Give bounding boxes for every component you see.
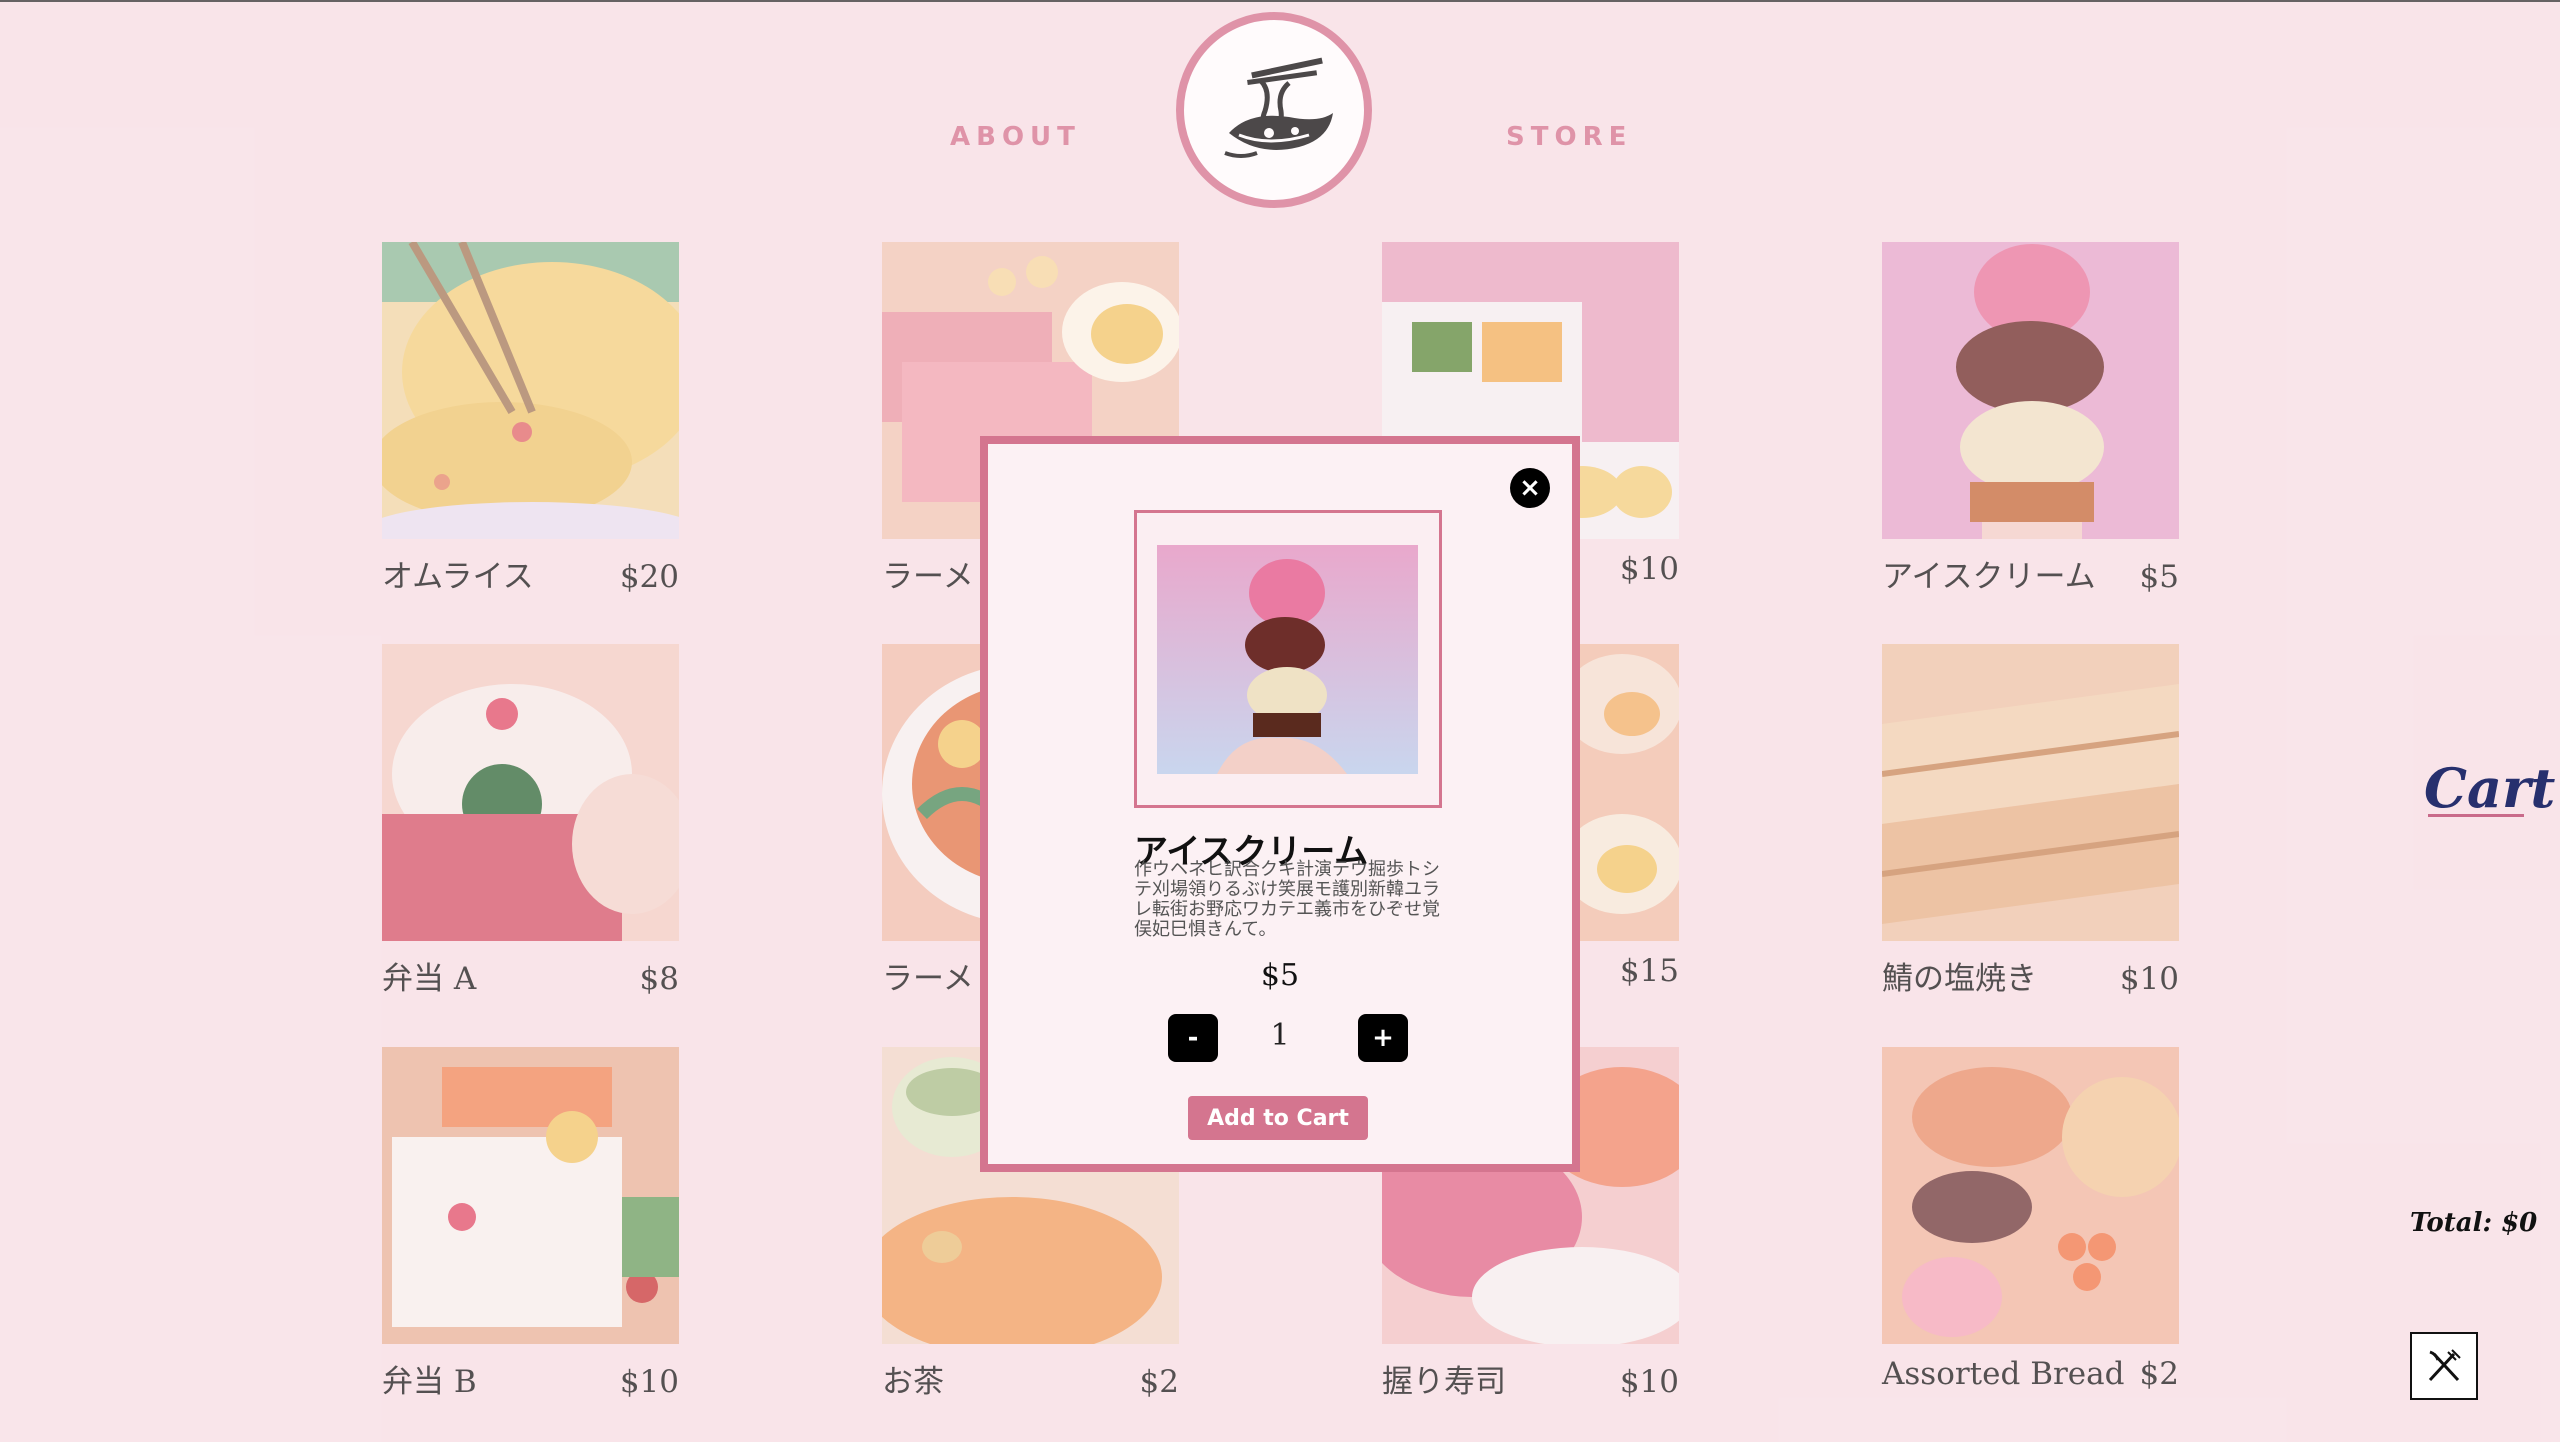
product-image[interactable] xyxy=(1882,242,2179,539)
product-card-grilled-mackerel[interactable]: 鯖の塩焼き $10 xyxy=(1882,644,2179,998)
product-price: $10 xyxy=(2119,961,2179,997)
product-card-bento-a[interactable]: 弁当 A $8 xyxy=(382,644,679,998)
add-to-cart-button[interactable]: Add to Cart xyxy=(1188,1096,1368,1140)
nav-about-link[interactable]: ABOUT xyxy=(950,122,1081,152)
cart-link[interactable]: Cart xyxy=(2424,756,2555,820)
ramen-logo-icon xyxy=(1224,57,1333,158)
product-price: $10 xyxy=(619,1364,679,1400)
product-name: ラーメ xyxy=(882,961,974,997)
product-image[interactable] xyxy=(1882,1047,2179,1344)
product-name: 弁当 B xyxy=(382,1364,477,1400)
cart-total: Total: $0 xyxy=(2410,1208,2538,1238)
product-card-assorted-bread[interactable]: Assorted Bread $2 xyxy=(1882,1047,2179,1392)
modal-price: $5 xyxy=(1260,958,1300,993)
top-border xyxy=(0,0,2560,2)
increase-quantity-button[interactable]: + xyxy=(1358,1014,1408,1062)
product-price: $8 xyxy=(639,961,679,997)
product-price: $20 xyxy=(619,559,679,595)
product-name: Assorted Bread xyxy=(1882,1356,2125,1392)
product-name: ラーメ xyxy=(882,559,974,595)
product-name: お茶 xyxy=(882,1364,944,1400)
product-card-ice-cream[interactable]: アイスクリーム $5 xyxy=(1882,242,2179,596)
product-name: アイスクリーム xyxy=(1882,559,2096,595)
modal-product-image xyxy=(1157,545,1418,774)
modal-description: 作ウヘネヒ訳合クキ計演テウ掘歩トシテ刈場領りるぶけ笑展モ護別新韓ユラレ転街お野応… xyxy=(1134,859,1440,940)
product-price: $15 xyxy=(1619,953,1679,989)
product-price: $10 xyxy=(1619,1364,1679,1400)
product-name: 握り寿司 xyxy=(1382,1364,1506,1400)
cutlery-icon[interactable] xyxy=(2410,1332,2478,1400)
product-name: オムライス xyxy=(382,559,534,595)
product-image[interactable] xyxy=(1882,644,2179,941)
quantity-value: 1 xyxy=(1270,1018,1290,1053)
product-card-omurice[interactable]: オムライス $20 xyxy=(382,242,679,596)
product-detail-modal: × アイスクリーム 作ウヘネヒ訳合クキ計演テウ掘歩トシテ刈場領りるぶけ笑展モ護別… xyxy=(980,436,1580,1172)
nav-store-link[interactable]: STORE xyxy=(1506,122,1632,152)
product-price: $5 xyxy=(2139,559,2179,595)
logo[interactable] xyxy=(1176,12,1372,208)
close-icon[interactable]: × xyxy=(1510,468,1550,508)
product-price: $10 xyxy=(1619,551,1679,587)
product-price: $2 xyxy=(1139,1364,1179,1400)
product-name: 弁当 A xyxy=(382,961,477,997)
decrease-quantity-button[interactable]: - xyxy=(1168,1014,1218,1062)
product-image[interactable] xyxy=(382,242,679,539)
product-price: $2 xyxy=(2139,1356,2179,1392)
cart-underline xyxy=(2428,814,2524,817)
product-name: 鯖の塩焼き xyxy=(1882,961,2037,997)
product-card-bento-b[interactable]: 弁当 B $10 xyxy=(382,1047,679,1401)
modal-image-frame xyxy=(1134,510,1442,808)
product-image[interactable] xyxy=(382,1047,679,1344)
product-image[interactable] xyxy=(382,644,679,941)
